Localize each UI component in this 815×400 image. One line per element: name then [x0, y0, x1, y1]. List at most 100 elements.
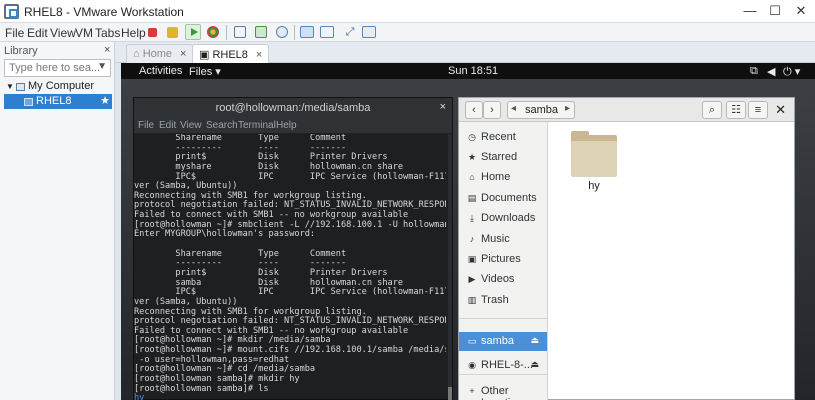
network-icon[interactable]: ⧉ [750, 65, 758, 78]
folder-name[interactable]: hy [571, 180, 617, 192]
library-search-placeholder: Type here to sea... [9, 62, 101, 74]
sidebar-item-documents[interactable]: ▤ Documents [459, 189, 547, 208]
menu-vm[interactable]: VM [75, 26, 93, 40]
terminal-menu-terminal[interactable]: Terminal [238, 120, 276, 131]
clock[interactable]: Sun 18:51 [448, 65, 498, 77]
terminal-line: Enter MYGROUP\hollowman's password: [134, 229, 316, 240]
sidebar-item-music[interactable]: ♪ Music [459, 230, 547, 249]
sidebar-item-label: Starred [481, 151, 518, 163]
library-view-icon[interactable] [300, 26, 314, 38]
power-off-icon[interactable] [148, 28, 157, 37]
forward-button[interactable]: › [483, 101, 501, 119]
star-icon: ★ [467, 152, 477, 162]
chevron-down-icon[interactable]: ▼ [97, 61, 107, 72]
thumbnail-view-icon[interactable] [320, 26, 334, 38]
tab-home[interactable]: ⌂ Home × [126, 44, 194, 63]
power-icon[interactable]: ⏻ ▾ [783, 65, 800, 79]
sidebar-separator [459, 374, 547, 375]
terminal-menu-bar: File Edit View Search Terminal Help [134, 118, 452, 133]
close-button[interactable]: ✕ [791, 3, 811, 19]
unity-view-icon[interactable] [362, 26, 376, 38]
terminal-line: [root@hollowman samba]# ls [134, 383, 269, 394]
pause-icon[interactable] [167, 27, 178, 38]
maximize-button[interactable]: ☐ [765, 3, 785, 19]
sidebar-item-label: RHEL-8-... [481, 359, 533, 371]
sidebar-item-pictures[interactable]: ▣ Pictures [459, 250, 547, 269]
fullscreen-icon[interactable]: ⤢ [342, 24, 358, 40]
scrollbar-thumb[interactable] [448, 387, 452, 400]
breadcrumb-left-icon[interactable]: ◂ [511, 103, 516, 114]
menu-view[interactable]: View [50, 26, 76, 40]
files-sidebar: ◷ Recent ★ Starred ⌂ Home ▤ Documents ⤓ Downloads… [459, 122, 548, 400]
power-on-icon[interactable] [185, 24, 201, 40]
files-close-button[interactable]: ✕ [775, 102, 786, 118]
sidebar-item-rhel-8[interactable]: ◉ RHEL-8-... ⏏ [459, 356, 547, 375]
vmware-logo-icon [4, 4, 19, 19]
eject-icon[interactable]: ⏏ [530, 335, 539, 346]
terminal-scrollbar[interactable] [448, 134, 452, 400]
terminal-titlebar: root@hollowman:/media/samba × [134, 98, 452, 118]
tree-expand-icon[interactable]: ▼ [6, 82, 14, 91]
files-window[interactable]: ‹ › ◂ samba ▸ ⌕ ☷ ≡ ✕ ◷ Recent ★ Starred ⌂ Ho… [458, 97, 795, 400]
files-app-menu[interactable]: Files ▾ [189, 65, 221, 78]
menu-help[interactable]: Help [121, 26, 146, 40]
sidebar-item-other-locations[interactable]: + Other Locations [459, 382, 547, 400]
sidebar-item-recent[interactable]: ◷ Recent [459, 128, 547, 147]
view-list-button[interactable]: ☷ [726, 101, 746, 119]
toolbar-separator [294, 25, 295, 40]
menu-tabs[interactable]: Tabs [95, 26, 120, 40]
sidebar-item-downloads[interactable]: ⤓ Downloads [459, 209, 547, 228]
sidebar-item-label: Recent [481, 131, 516, 143]
terminal-title: root@hollowman:/media/samba [215, 102, 371, 114]
terminal-menu-search[interactable]: Search [206, 120, 238, 131]
sidebar-item-starred[interactable]: ★ Starred [459, 148, 547, 167]
library-pane: Library × Type here to sea... ▼ ▼ My Com… [0, 42, 115, 400]
window-title: RHEL8 - VMware Workstation [24, 5, 184, 19]
back-button[interactable]: ‹ [465, 101, 483, 119]
gnome-top-bar: Activities Files ▾ Sun 18:51 ⧉ ◀ ⏻ ▾ [121, 63, 815, 79]
menu-edit[interactable]: Edit [27, 26, 48, 40]
breadcrumb-right-icon[interactable]: ▸ [565, 103, 570, 114]
toolbar-separator [226, 25, 227, 40]
snapshot-manager-icon[interactable] [276, 26, 288, 38]
trash-icon: ▥ [467, 295, 477, 305]
home-icon: ⌂ [469, 172, 475, 182]
eject-icon[interactable]: ⏏ [530, 359, 539, 370]
sidebar-item-home[interactable]: ⌂ Home [459, 168, 547, 187]
tab-close-button[interactable]: × [180, 48, 186, 60]
breadcrumb-current[interactable]: samba [525, 104, 558, 116]
tree-item-rhel8[interactable]: RHEL8 ★ [4, 94, 112, 109]
terminal-menu-edit[interactable]: Edit [159, 120, 176, 131]
reset-icon[interactable] [207, 26, 219, 38]
menu-file[interactable]: File [5, 26, 24, 40]
tab-close-button[interactable]: × [256, 49, 262, 61]
terminal-output[interactable]: Sharename Type Comment --------- ---- --… [134, 134, 446, 400]
send-keys-icon[interactable] [234, 26, 246, 38]
menu-button[interactable]: ≡ [748, 101, 768, 119]
terminal-window[interactable]: root@hollowman:/media/samba × File Edit … [133, 97, 453, 400]
volume-icon[interactable]: ◀ [767, 65, 775, 78]
sidebar-item-label: Pictures [481, 253, 521, 265]
picture-icon: ▣ [467, 254, 477, 264]
snapshot-icon[interactable] [255, 26, 267, 38]
library-close-button[interactable]: × [104, 44, 110, 56]
sidebar-item-videos[interactable]: ▶ Videos [459, 270, 547, 289]
terminal-menu-view[interactable]: View [180, 120, 202, 131]
home-tab-icon: ⌂ [133, 48, 143, 60]
sidebar-item-label: samba [481, 335, 515, 347]
breadcrumb: ◂ samba ▸ [507, 101, 575, 119]
terminal-menu-file[interactable]: File [138, 120, 154, 131]
sidebar-item-samba[interactable]: ▭ samba ⏏ [459, 332, 547, 351]
terminal-close-button[interactable]: × [440, 101, 446, 113]
folder-icon[interactable] [571, 131, 617, 177]
minimize-button[interactable]: — [740, 3, 760, 18]
sidebar-item-trash[interactable]: ▥ Trash [459, 291, 547, 310]
activities-button[interactable]: Activities [139, 65, 182, 77]
tree-item-my-computer[interactable]: ▼ My Computer [4, 79, 112, 94]
terminal-menu-help[interactable]: Help [276, 120, 297, 131]
library-search-input[interactable]: Type here to sea... ▼ [4, 59, 111, 77]
favorite-star-icon[interactable]: ★ [100, 94, 110, 107]
plus-icon: + [469, 386, 475, 396]
search-button[interactable]: ⌕ [702, 101, 722, 119]
tab-rhel8[interactable]: ▣ RHEL8 × [192, 44, 270, 63]
